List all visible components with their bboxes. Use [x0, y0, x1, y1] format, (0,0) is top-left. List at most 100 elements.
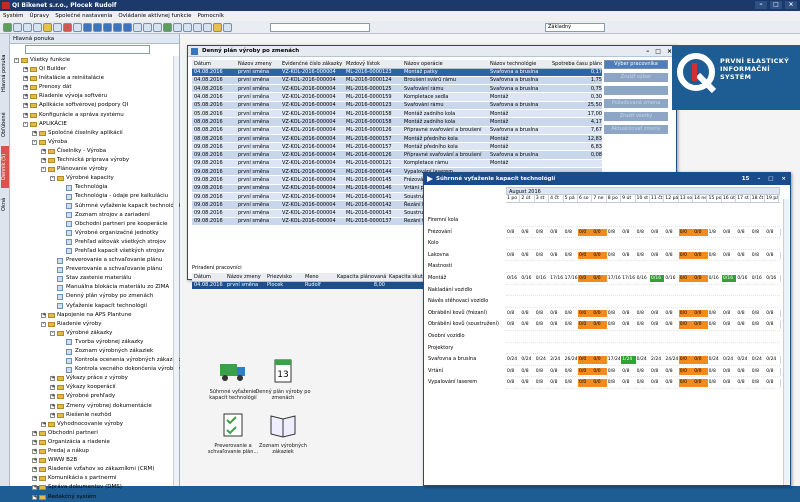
expand-icon[interactable]: +: [32, 467, 37, 473]
capacity-cell[interactable]: 0/0: [578, 309, 594, 318]
capacity-cell[interactable]: 2/24: [650, 356, 666, 364]
expand-icon[interactable]: +: [50, 412, 55, 418]
capacity-cell[interactable]: 0/16: [664, 274, 680, 283]
capacity-cell[interactable]: 0/16: [736, 274, 752, 283]
prev-record-icon[interactable]: [103, 22, 112, 32]
capacity-cell[interactable]: 0/8: [635, 379, 652, 387]
table-row[interactable]: 04.08.2016první směnaPlocekRudolf8,008,0…: [192, 281, 437, 289]
column-header[interactable]: Názov zmeny: [225, 273, 265, 282]
expand-icon[interactable]: +: [23, 67, 28, 73]
edit-icon[interactable]: [173, 22, 182, 32]
capacity-cell[interactable]: 0/16: [765, 274, 781, 283]
capacity-cell[interactable]: 0/0: [578, 228, 594, 237]
capacity-cell[interactable]: 0/8: [549, 309, 565, 318]
tree-item[interactable]: + Výrobné prehľady: [10, 392, 180, 401]
capacity-cell[interactable]: 0/0: [693, 379, 709, 387]
tree-search-input[interactable]: [25, 45, 150, 54]
expand-icon[interactable]: +: [32, 130, 37, 136]
expand-icon[interactable]: +: [50, 376, 55, 382]
column-header[interactable]: Kapacita plánovaná: [335, 273, 387, 282]
capacity-cell[interactable]: 0/16: [722, 274, 738, 283]
capacity-cell[interactable]: 0/0: [578, 379, 594, 387]
capacity-cell[interactable]: 0/24: [520, 356, 536, 364]
capacity-cell[interactable]: 0/8: [750, 309, 767, 318]
tree-item[interactable]: + QI Builder: [10, 65, 180, 74]
capacity-cell[interactable]: 0/24: [707, 356, 724, 364]
tree-item[interactable]: Preverovanie a schvaľovanie plánu: [10, 265, 180, 274]
tree-item[interactable]: + Inštalácie a reinštalácie: [10, 74, 180, 83]
expand-icon[interactable]: +: [32, 476, 37, 482]
tree-item[interactable]: Obchodní partneri pre kooperácie: [10, 220, 180, 229]
capacity-cell[interactable]: 0/0: [678, 367, 695, 376]
copy-icon[interactable]: [73, 22, 82, 32]
capacity-cell[interactable]: 0/8: [606, 251, 623, 260]
table-row[interactable]: 05.08.2016 první směna VZ-KOL-2016-000004 M…: [192, 101, 602, 111]
capacity-cell[interactable]: 0/16: [750, 274, 767, 283]
tree-item[interactable]: Denný plán výroby po zmenách: [10, 292, 180, 301]
tree-item[interactable]: + Aplikácie softvérovej podpory QI: [10, 101, 180, 110]
capacity-cell[interactable]: 0/24: [722, 356, 738, 364]
capacity-cell[interactable]: 0/0: [592, 251, 608, 260]
view-select[interactable]: Základný: [545, 23, 605, 32]
tree-item[interactable]: Kontrola ocenenia výrobných zákaziek: [10, 356, 180, 365]
tree-item[interactable]: Manuálna blokácia materiálu zo ZIMA: [10, 283, 180, 292]
capacity-cell[interactable]: 0/8: [621, 228, 637, 237]
capacity-cell[interactable]: 0/8: [549, 251, 565, 260]
expand-icon[interactable]: +: [23, 112, 28, 118]
tree-item[interactable]: + Výkazy práce z výroby: [10, 374, 180, 383]
maximize-icon[interactable]: □: [770, 1, 782, 9]
capacity-cell[interactable]: 0/0: [592, 356, 608, 364]
tree-item[interactable]: Súhrnné vyťaženie kapacít technológií: [10, 202, 180, 211]
capacity-cell[interactable]: 24/24: [664, 356, 680, 364]
capacity-cell[interactable]: 0/8: [650, 309, 666, 318]
capacity-cell[interactable]: 0/8: [549, 367, 565, 376]
capacity-cell[interactable]: 0/16: [520, 274, 536, 283]
back-icon[interactable]: [3, 22, 12, 32]
capacity-cell[interactable]: 0/0: [678, 251, 695, 260]
menu-common-settings[interactable]: Společné nastavenia: [55, 11, 112, 21]
collapse-icon[interactable]: -: [50, 330, 55, 336]
capacity-cell[interactable]: 0/8: [621, 321, 637, 329]
tree-item[interactable]: Tvorba výrobnej zákazky: [10, 338, 180, 347]
capacity-cell[interactable]: 0/0: [693, 321, 709, 329]
capacity-cell[interactable]: 1/24: [621, 356, 637, 364]
resource-name[interactable]: Lakovna: [428, 250, 508, 262]
capacity-cell[interactable]: 0/8: [549, 379, 565, 387]
table-row[interactable]: 08.08.2016 první směna VZ-KOL-2016-000004 M…: [192, 117, 602, 127]
capacity-cell[interactable]: 0/0: [693, 274, 709, 283]
column-header[interactable]: Dátum: [192, 273, 225, 282]
column-header[interactable]: Meno: [303, 273, 335, 282]
resource-name[interactable]: Montáž: [428, 273, 508, 285]
capacity-cell[interactable]: 0/8: [520, 367, 536, 376]
expand-icon[interactable]: +: [50, 394, 55, 400]
tree-item[interactable]: Výrobné organizačné jednotky: [10, 229, 180, 238]
capacity-cell[interactable]: 0/8: [664, 367, 680, 376]
tree-item[interactable]: + Komunikácia s partnermi: [10, 474, 180, 483]
expand-icon[interactable]: +: [32, 458, 37, 464]
tree-item[interactable]: - Všetky funkcie: [10, 56, 180, 65]
capacity-cell[interactable]: 0/8: [736, 309, 752, 318]
tab-journal[interactable]: Denník (5): [1, 146, 9, 188]
capacity-cell[interactable]: 0/8: [707, 379, 724, 387]
expand-icon[interactable]: +: [41, 312, 46, 318]
expand-icon[interactable]: +: [32, 485, 37, 491]
capacity-cell[interactable]: 0/0: [693, 228, 709, 237]
tree-item[interactable]: Preverovanie a schvaľovanie plánu: [10, 256, 180, 265]
capacity-cell[interactable]: 0/8: [722, 228, 738, 237]
capacity-cell[interactable]: 0/8: [635, 367, 652, 376]
resource-name[interactable]: Vrtání: [428, 366, 508, 378]
help-icon[interactable]: [223, 22, 232, 32]
capacity-cell[interactable]: 0/8: [722, 379, 738, 387]
capacity-cell[interactable]: 17/16: [563, 274, 580, 283]
capacity-cell[interactable]: 0/8: [549, 321, 565, 329]
tree-item[interactable]: - Výrobné zákazky: [10, 329, 180, 338]
capacity-cell[interactable]: 0/8: [664, 309, 680, 318]
capacity-cell[interactable]: 0/8: [765, 379, 781, 387]
capacity-cell[interactable]: 0/0: [578, 367, 594, 376]
tree-item[interactable]: + Predaj a nákup: [10, 447, 180, 456]
action-button[interactable]: Požadovaná zmena: [604, 99, 668, 108]
capacity-cell[interactable]: 1/8: [707, 228, 724, 237]
column-header[interactable]: Evidenčné číslo zákazky: [280, 60, 344, 69]
capacity-cell[interactable]: 0/24: [534, 356, 551, 364]
resource-name[interactable]: Kolo: [428, 238, 508, 250]
